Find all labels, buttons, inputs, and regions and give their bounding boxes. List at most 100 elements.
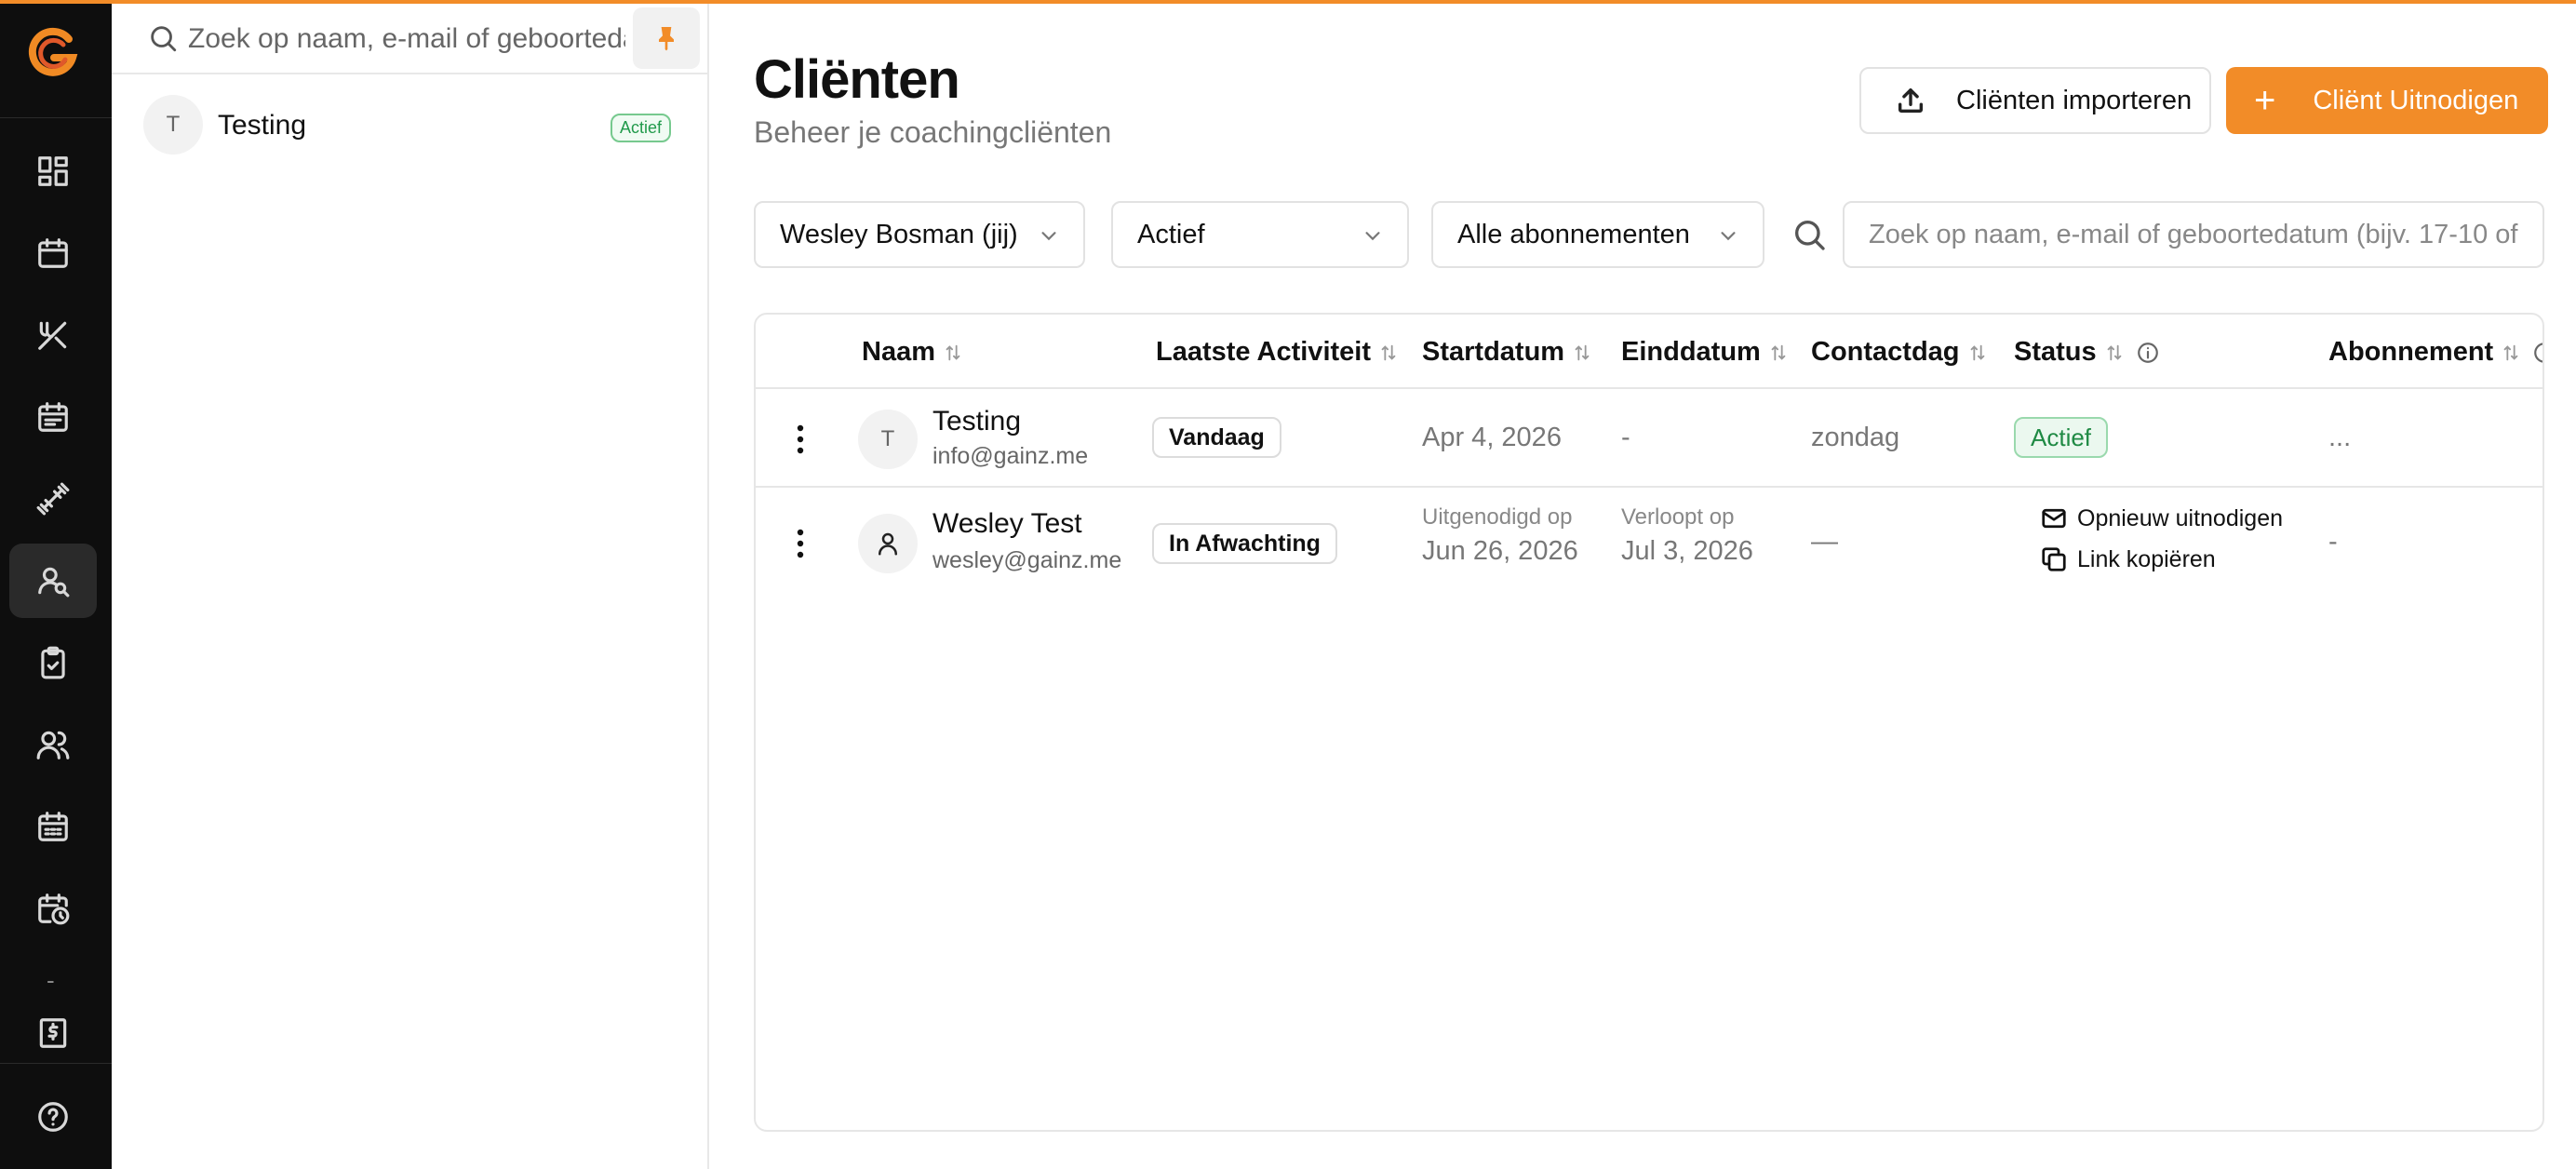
avatar: T: [858, 410, 918, 469]
calendar-clock-icon: [38, 894, 70, 925]
invoice-icon: [39, 1018, 67, 1048]
column-label: Contactdag: [1811, 337, 1960, 367]
workout-icon: [36, 482, 70, 516]
copy-icon: [2042, 547, 2066, 571]
start-date: Apr 4, 2026: [1422, 423, 1562, 452]
end-date: -: [1621, 423, 1630, 452]
client-list-search-input[interactable]: [188, 19, 625, 60]
page-title: Cliënten: [754, 49, 960, 110]
sort-icon: [1575, 344, 1590, 360]
column-label: Naam: [862, 337, 935, 367]
pin-icon: [659, 27, 674, 51]
reinvite-button[interactable]: Opnieuw uitnodigen: [2040, 504, 2283, 532]
column-header-subscription[interactable]: Abonnement: [2328, 337, 2544, 368]
client-email: info@gainz.me: [932, 443, 1089, 469]
planner-icon: [38, 812, 68, 841]
subscription-filter-select[interactable]: Alle abonnementen: [1431, 201, 1764, 268]
copy-link-label: Link kopiëren: [2077, 545, 2216, 572]
activity-badge: Vandaag: [1152, 417, 1281, 458]
team-icon: [36, 731, 70, 759]
column-label: Laatste Activiteit: [1156, 337, 1371, 367]
upload-icon: [1898, 87, 1924, 114]
more-options-icon[interactable]: [789, 525, 812, 562]
main-content: Cliënten Beheer je coachingcliënten Clië…: [711, 4, 2576, 1169]
clients-icon: [38, 567, 70, 598]
table-row[interactable]: T Testing info@gainz.me Vandaag Apr 4, 2…: [756, 391, 2542, 488]
nav-checklists[interactable]: [9, 625, 97, 700]
chevron-down-icon: [1365, 232, 1380, 241]
column-header-status[interactable]: Status: [2014, 337, 2160, 368]
nav-nutrition[interactable]: [9, 298, 97, 372]
invited-label: Uitgenodigd op: [1422, 504, 1573, 530]
sort-icon: [1970, 344, 1984, 360]
nav-dashboard[interactable]: [9, 134, 97, 208]
client-email: wesley@gainz.me: [932, 547, 1122, 573]
app-sidebar: -: [0, 0, 112, 1169]
contact-day: zondag: [1811, 423, 1900, 452]
sort-icon: [946, 344, 960, 360]
sort-icon: [2107, 344, 2121, 360]
import-clients-button[interactable]: Cliënten importeren: [1859, 67, 2211, 134]
info-icon[interactable]: [2136, 341, 2160, 365]
column-header-end[interactable]: Einddatum: [1621, 337, 1789, 368]
nav-invoices[interactable]: [9, 996, 97, 1070]
invited-date: Jun 26, 2026: [1422, 536, 1578, 566]
copy-link-button[interactable]: Link kopiëren: [2040, 545, 2216, 573]
more-options-icon[interactable]: [789, 421, 812, 458]
avatar: T: [143, 95, 203, 155]
user-icon: [879, 532, 897, 556]
column-header-start[interactable]: Startdatum: [1422, 337, 1592, 368]
nav-planner[interactable]: [9, 789, 97, 864]
sort-icon: [1771, 344, 1786, 360]
client-list-panel: T Testing Actief: [112, 4, 709, 1169]
chevron-down-icon: [1041, 232, 1056, 241]
sidebar-divider: [0, 1063, 112, 1064]
avatar: [858, 514, 918, 573]
reinvite-label: Opnieuw uitnodigen: [2077, 504, 2283, 531]
invite-client-button[interactable]: + Cliënt Uitnodigen: [2226, 67, 2548, 134]
sidebar-dash: -: [47, 966, 55, 994]
nav-appointments[interactable]: [9, 871, 97, 946]
nav-clients[interactable]: [9, 544, 97, 618]
status-badge: Actief: [610, 114, 672, 142]
nav-team[interactable]: [9, 707, 97, 782]
status-filter-value: Actief: [1137, 219, 1205, 249]
expires-date: Jul 3, 2026: [1621, 536, 1753, 566]
app-logo[interactable]: [22, 24, 82, 84]
nav-schedule[interactable]: [9, 380, 97, 454]
calendar-icon: [38, 238, 68, 268]
column-label: Abonnement: [2328, 337, 2494, 367]
coach-filter-value: Wesley Bosman (jij): [780, 219, 1018, 249]
column-header-name[interactable]: Naam: [862, 337, 963, 368]
subscription: -: [2328, 527, 2338, 557]
column-label: Startdatum: [1422, 337, 1565, 367]
chevron-down-icon: [1721, 232, 1736, 241]
coach-filter-select[interactable]: Wesley Bosman (jij): [754, 201, 1085, 268]
info-icon[interactable]: [2532, 341, 2544, 365]
nutrition-icon: [38, 321, 67, 350]
column-header-activity[interactable]: Laatste Activiteit: [1156, 337, 1399, 368]
expires-label: Verloopt op: [1621, 504, 1735, 530]
status-filter-select[interactable]: Actief: [1111, 201, 1409, 268]
nav-workouts[interactable]: [9, 462, 97, 536]
client-search-input[interactable]: [1843, 201, 2544, 268]
import-clients-label: Cliënten importeren: [1956, 85, 2193, 115]
checklist-icon: [41, 646, 65, 679]
top-accent-line: [0, 0, 2576, 4]
nav-calendar[interactable]: [9, 216, 97, 290]
table-header: Naam Laatste Activiteit Startdatum Eindd…: [756, 315, 2544, 389]
plus-icon: +: [2254, 80, 2276, 121]
client-name: Wesley Test: [932, 508, 1082, 539]
sort-icon: [2503, 344, 2518, 360]
mail-icon: [2042, 508, 2066, 529]
nav-help[interactable]: [9, 1080, 97, 1154]
column-header-contact-day[interactable]: Contactdag: [1811, 337, 1988, 368]
help-icon: [38, 1102, 68, 1132]
pin-button[interactable]: [633, 7, 700, 69]
dashboard-icon: [38, 156, 68, 186]
column-label: Einddatum: [1621, 337, 1761, 367]
table-row[interactable]: Wesley Test wesley@gainz.me In Afwachtin…: [756, 490, 2542, 599]
sort-icon: [1381, 344, 1396, 360]
client-name: Testing: [932, 406, 1022, 437]
list-item[interactable]: T Testing Actief: [112, 93, 707, 168]
